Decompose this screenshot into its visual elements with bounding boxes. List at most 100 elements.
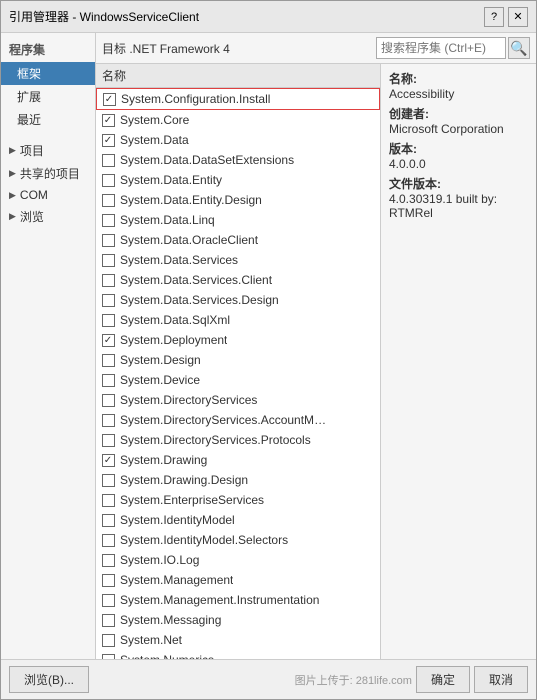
checkbox[interactable] xyxy=(102,214,115,227)
checkbox[interactable] xyxy=(102,354,115,367)
sidebar-group-com-label: COM xyxy=(20,188,48,202)
list-item[interactable]: System.Data.Entity xyxy=(96,170,380,190)
list-item[interactable]: System.IdentityModel.Selectors xyxy=(96,530,380,550)
assembly-name: System.Data.Entity.Design xyxy=(120,193,262,207)
checkbox[interactable] xyxy=(102,114,115,127)
list-item[interactable]: System.DirectoryServices.AccountManage xyxy=(96,410,380,430)
assembly-list[interactable]: System.Configuration.Install System.Core S… xyxy=(96,88,380,659)
list-item[interactable]: System.Management.Instrumentation xyxy=(96,590,380,610)
list-item[interactable]: System.IdentityModel xyxy=(96,510,380,530)
list-item[interactable]: System.Deployment xyxy=(96,330,380,350)
list-header: 名称 xyxy=(96,64,380,88)
sidebar-item-extensions[interactable]: 扩展 xyxy=(1,85,95,108)
list-item[interactable]: System.Data.Services xyxy=(96,250,380,270)
checkbox[interactable] xyxy=(102,374,115,387)
list-item[interactable]: System.Management xyxy=(96,570,380,590)
assembly-name: System.Design xyxy=(120,353,201,367)
checkbox[interactable] xyxy=(102,474,115,487)
checkbox[interactable] xyxy=(102,314,115,327)
assembly-name: System.Core xyxy=(120,113,189,127)
checkbox[interactable] xyxy=(102,194,115,207)
checkbox[interactable] xyxy=(102,514,115,527)
checkbox[interactable] xyxy=(102,494,115,507)
list-item[interactable]: System.Data.DataSetExtensions xyxy=(96,150,380,170)
help-button[interactable]: ? xyxy=(484,7,504,27)
list-item[interactable]: System.Configuration.Install xyxy=(96,88,380,110)
checkbox[interactable] xyxy=(102,274,115,287)
checkbox-area xyxy=(100,412,116,428)
list-item[interactable]: System.Data.Entity.Design xyxy=(96,190,380,210)
checkbox[interactable] xyxy=(102,574,115,587)
checkbox-area xyxy=(100,572,116,588)
checkbox-area xyxy=(100,492,116,508)
checkbox[interactable] xyxy=(102,394,115,407)
assembly-name: System.DirectoryServices.Protocols xyxy=(120,433,311,447)
checkbox[interactable] xyxy=(102,174,115,187)
checkbox[interactable] xyxy=(102,334,115,347)
assembly-name: System.EnterpriseServices xyxy=(120,493,264,507)
sidebar: 程序集 框架 扩展 最近 ▶ 项目 ▶ 共享的项目 ▶ COM xyxy=(1,33,96,659)
chevron-right-icon: ▶ xyxy=(9,145,16,156)
list-item[interactable]: System.Data.OracleClient xyxy=(96,230,380,250)
list-item[interactable]: System.Data xyxy=(96,130,380,150)
assembly-name: System.Deployment xyxy=(120,333,227,347)
info-version-label: 版本: xyxy=(389,140,528,157)
assembly-name: System.Drawing xyxy=(120,453,207,467)
list-item[interactable]: System.EnterpriseServices xyxy=(96,490,380,510)
list-item[interactable]: System.Messaging xyxy=(96,610,380,630)
list-item[interactable]: System.Device xyxy=(96,370,380,390)
browse-button[interactable]: 浏览(B)... xyxy=(9,666,89,693)
bottom-bar: 浏览(B)... 图片上传于: 281life.com 确定 取消 xyxy=(1,659,536,699)
checkbox[interactable] xyxy=(102,414,115,427)
list-item[interactable]: System.Core xyxy=(96,110,380,130)
checkbox[interactable] xyxy=(102,534,115,547)
sidebar-item-recent[interactable]: 最近 xyxy=(1,108,95,131)
list-item[interactable]: System.Drawing.Design xyxy=(96,470,380,490)
checkbox[interactable] xyxy=(102,614,115,627)
checkbox[interactable] xyxy=(102,154,115,167)
sidebar-group-shared[interactable]: ▶ 共享的项目 xyxy=(1,162,95,185)
checkbox-area xyxy=(100,352,116,368)
list-item[interactable]: System.DirectoryServices xyxy=(96,390,380,410)
assembly-name: System.Data.SqlXml xyxy=(120,313,230,327)
cancel-button[interactable]: 取消 xyxy=(474,666,528,693)
info-vendor-label: 创建者: xyxy=(389,105,528,122)
checkbox[interactable] xyxy=(102,134,115,147)
chevron-right-icon: ▶ xyxy=(9,190,16,201)
checkbox[interactable] xyxy=(102,234,115,247)
checkbox[interactable] xyxy=(102,294,115,307)
search-input[interactable] xyxy=(376,37,506,59)
list-item[interactable]: System.Data.Services.Client xyxy=(96,270,380,290)
list-item[interactable]: System.Drawing xyxy=(96,450,380,470)
list-item[interactable]: System.Data.SqlXml xyxy=(96,310,380,330)
list-item[interactable]: System.Design xyxy=(96,350,380,370)
checkbox[interactable] xyxy=(102,434,115,447)
list-item[interactable]: System.Net xyxy=(96,630,380,650)
checkbox[interactable] xyxy=(102,594,115,607)
assembly-name: System.Data.Services.Client xyxy=(120,273,272,287)
checkbox[interactable] xyxy=(102,634,115,647)
list-item[interactable]: System.IO.Log xyxy=(96,550,380,570)
close-button[interactable]: ✕ xyxy=(508,7,528,27)
assembly-name: System.DirectoryServices.AccountManage xyxy=(120,413,330,427)
sidebar-group-browse[interactable]: ▶ 浏览 xyxy=(1,205,95,228)
list-item[interactable]: System.Data.Services.Design xyxy=(96,290,380,310)
search-button[interactable]: 🔍 xyxy=(508,37,530,59)
checkbox-area xyxy=(100,152,116,168)
checkbox[interactable] xyxy=(102,454,115,467)
sidebar-group-project[interactable]: ▶ 项目 xyxy=(1,139,95,162)
sidebar-group-com[interactable]: ▶ COM xyxy=(1,185,95,205)
list-item[interactable]: System.DirectoryServices.Protocols xyxy=(96,430,380,450)
checkbox[interactable] xyxy=(103,93,116,106)
assembly-name: System.Data.Services xyxy=(120,253,238,267)
ok-button[interactable]: 确定 xyxy=(416,666,470,693)
info-file-version-value: 4.0.30319.1 built by: RTMRel xyxy=(389,192,528,220)
checkbox[interactable] xyxy=(102,554,115,567)
list-item[interactable]: System.Data.Linq xyxy=(96,210,380,230)
checkbox[interactable] xyxy=(102,254,115,267)
sidebar-item-framework[interactable]: 框架 xyxy=(1,62,95,85)
chevron-right-icon: ▶ xyxy=(9,168,16,179)
assembly-name: System.Net xyxy=(120,633,182,647)
sidebar-group-shared-label: 共享的项目 xyxy=(20,165,80,182)
list-item[interactable]: System.Numerics xyxy=(96,650,380,659)
